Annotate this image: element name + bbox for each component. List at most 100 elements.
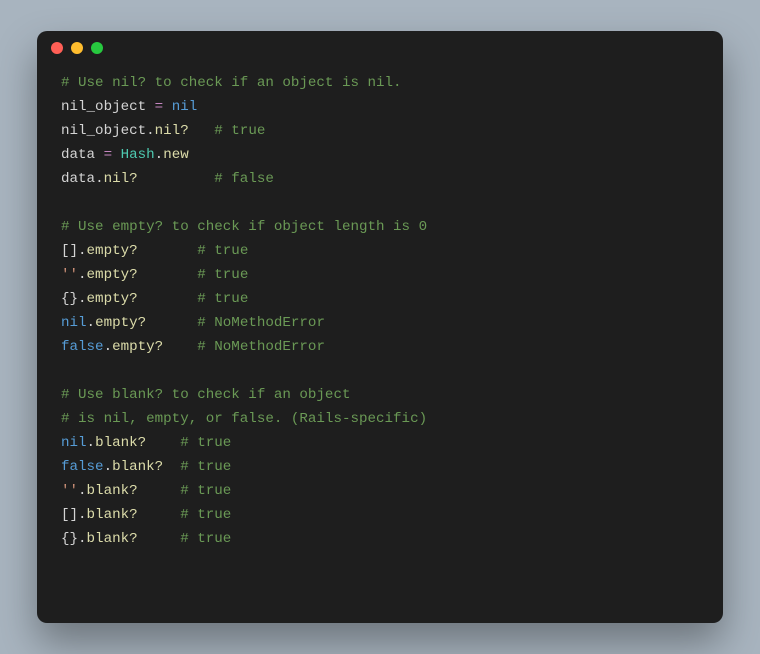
code-line: nil.empty? # NoMethodError (61, 311, 699, 335)
code-line: [].blank? # true (61, 503, 699, 527)
code-token-comment: # true (180, 435, 231, 451)
code-token-punct (146, 99, 155, 115)
code-token-punct (138, 267, 198, 283)
code-token-method: blank? (87, 483, 138, 499)
code-token-punct (146, 315, 197, 331)
code-token-method: blank? (112, 459, 163, 475)
code-line: # Use empty? to check if object length i… (61, 215, 699, 239)
code-line: [].empty? # true (61, 239, 699, 263)
code-token-method: new (163, 147, 189, 163)
code-token-method: nil? (155, 123, 189, 139)
code-line: ''.blank? # true (61, 479, 699, 503)
code-token-method: empty? (87, 267, 138, 283)
code-token-method: nil? (104, 171, 138, 187)
code-token-comment: # true (197, 243, 248, 259)
code-token-punct: . (104, 339, 113, 355)
code-token-comment: # Use nil? to check if an object is nil. (61, 75, 402, 91)
code-token-punct (95, 147, 104, 163)
code-token-ident: nil_object (61, 123, 146, 139)
code-token-comment: # Use empty? to check if object length i… (61, 219, 427, 235)
code-line: ''.empty? # true (61, 263, 699, 287)
code-line: data = Hash.new (61, 143, 699, 167)
code-token-punct (138, 531, 181, 547)
code-token-method: blank? (87, 507, 138, 523)
code-token-method: empty? (112, 339, 163, 355)
code-token-comment: # is nil, empty, or false. (Rails-specif… (61, 411, 427, 427)
minimize-icon[interactable] (71, 42, 83, 54)
code-token-comment: # true (180, 459, 231, 475)
code-token-punct (112, 147, 121, 163)
code-token-method: empty? (87, 291, 138, 307)
code-line: # is nil, empty, or false. (Rails-specif… (61, 407, 699, 431)
code-token-punct: . (78, 507, 87, 523)
code-token-ident: data (61, 147, 95, 163)
code-line: # Use nil? to check if an object is nil. (61, 71, 699, 95)
code-token-punct: . (87, 315, 96, 331)
code-token-punct (163, 99, 172, 115)
code-token-comment: # true (180, 483, 231, 499)
code-token-keyword: nil (61, 435, 87, 451)
code-token-punct: . (104, 459, 113, 475)
code-token-comment: # true (197, 291, 248, 307)
code-token-comment: # NoMethodError (197, 315, 325, 331)
code-token-punct (138, 291, 198, 307)
code-token-keyword: false (61, 339, 104, 355)
code-token-comment: # false (214, 171, 274, 187)
code-token-class: Hash (121, 147, 155, 163)
code-token-punct: . (95, 171, 104, 187)
code-line: {}.blank? # true (61, 527, 699, 551)
code-token-method: blank? (95, 435, 146, 451)
code-line: nil.blank? # true (61, 431, 699, 455)
code-line: false.empty? # NoMethodError (61, 335, 699, 359)
code-line: # Use blank? to check if an object (61, 383, 699, 407)
code-token-punct: . (78, 267, 87, 283)
code-token-punct: {} (61, 291, 78, 307)
code-line (61, 191, 699, 215)
code-token-punct (163, 339, 197, 355)
code-token-ident: data (61, 171, 95, 187)
code-token-punct (146, 435, 180, 451)
code-token-punct: . (78, 483, 87, 499)
code-token-punct: . (78, 243, 87, 259)
code-token-punct: . (155, 147, 164, 163)
code-token-string: '' (61, 483, 78, 499)
code-token-punct: . (146, 123, 155, 139)
close-icon[interactable] (51, 42, 63, 54)
code-token-method: empty? (87, 243, 138, 259)
code-line: nil_object = nil (61, 95, 699, 119)
code-token-punct (138, 171, 215, 187)
code-token-comment: # true (180, 531, 231, 547)
code-token-punct (138, 507, 181, 523)
code-token-punct: . (78, 291, 87, 307)
maximize-icon[interactable] (91, 42, 103, 54)
code-token-method: empty? (95, 315, 146, 331)
code-token-ident: nil_object (61, 99, 146, 115)
code-token-keyword: nil (61, 315, 87, 331)
code-token-op: = (104, 147, 113, 163)
code-line: false.blank? # true (61, 455, 699, 479)
code-token-punct: [] (61, 507, 78, 523)
code-line: {}.empty? # true (61, 287, 699, 311)
code-line: nil_object.nil? # true (61, 119, 699, 143)
code-line (61, 359, 699, 383)
code-token-punct (189, 123, 215, 139)
code-token-method: blank? (87, 531, 138, 547)
code-token-op: = (155, 99, 164, 115)
code-token-comment: # true (180, 507, 231, 523)
code-token-comment: # true (197, 267, 248, 283)
code-block: # Use nil? to check if an object is nil.… (37, 65, 723, 571)
code-token-punct (138, 243, 198, 259)
code-token-punct: {} (61, 531, 78, 547)
code-token-punct: . (87, 435, 96, 451)
code-token-keyword: nil (172, 99, 198, 115)
code-token-comment: # Use blank? to check if an object (61, 387, 350, 403)
code-token-punct (138, 483, 181, 499)
code-line: data.nil? # false (61, 167, 699, 191)
code-token-comment: # NoMethodError (197, 339, 325, 355)
code-token-keyword: false (61, 459, 104, 475)
window-titlebar (37, 31, 723, 65)
code-token-punct (163, 459, 180, 475)
code-token-punct: [] (61, 243, 78, 259)
code-token-punct: . (78, 531, 87, 547)
code-token-string: '' (61, 267, 78, 283)
